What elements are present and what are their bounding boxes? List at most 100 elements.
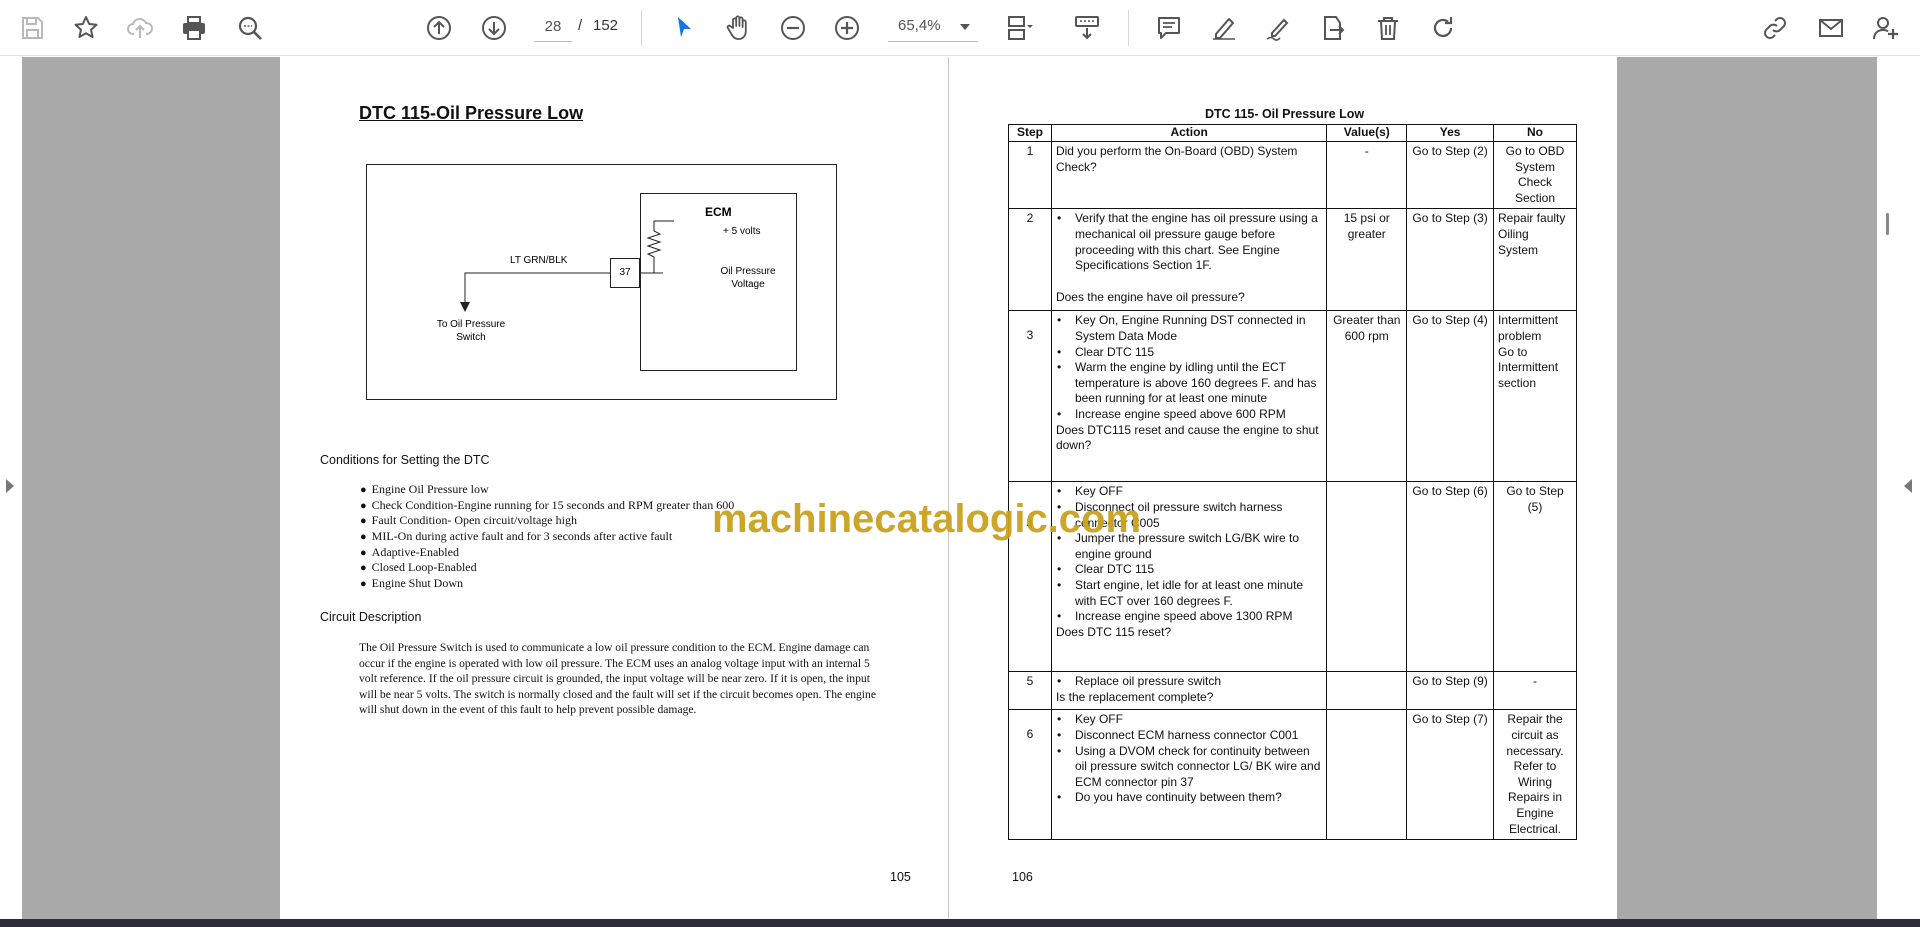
no-cell: Repair faulty Oiling System xyxy=(1493,208,1577,312)
no-cell: Repair the circuit as necessary. Refer t… xyxy=(1493,709,1577,841)
list-item: Verify that the engine has oil pressure … xyxy=(1056,211,1322,273)
value-cell xyxy=(1326,481,1408,673)
highlight-pen-icon[interactable] xyxy=(1204,8,1244,48)
volts-label: + 5 volts xyxy=(723,226,761,237)
total-pages: 152 xyxy=(593,17,619,34)
action-question: Does DTC 115 reset? xyxy=(1055,624,1172,639)
zoom-in-icon[interactable] xyxy=(827,8,867,48)
export-icon[interactable] xyxy=(1313,8,1353,48)
bookmark-star-icon[interactable] xyxy=(66,8,106,48)
share-link-icon[interactable] xyxy=(1755,8,1795,48)
action-question: Does DTC115 reset and cause the engine t… xyxy=(1055,422,1319,453)
action-list: Key On, Engine Running DST connected in … xyxy=(1056,313,1322,422)
pdf-page-left: DTC 115-Oil Pressure Low ECM + 5 volts O… xyxy=(280,57,948,919)
mail-icon[interactable] xyxy=(1811,8,1851,48)
action-cell: Verify that the engine has oil pressure … xyxy=(1050,208,1328,312)
delete-icon[interactable] xyxy=(1368,8,1408,48)
zoom-dropdown[interactable]: 65,4% xyxy=(888,12,978,42)
list-item: Replace oil pressure switch xyxy=(1056,674,1322,690)
circuit-heading: Circuit Description xyxy=(320,610,422,624)
no-cell: - xyxy=(1493,671,1577,711)
conditions-heading: Conditions for Setting the DTC xyxy=(320,453,490,467)
add-user-icon[interactable] xyxy=(1866,8,1906,48)
list-item: Using a DVOM check for continuity betwee… xyxy=(1056,744,1322,791)
table-title: DTC 115- Oil Pressure Low xyxy=(1205,107,1365,121)
circuit-description: The Oil Pressure Switch is used to commu… xyxy=(359,641,876,717)
value-cell: 15 psi or greater xyxy=(1326,208,1408,312)
ecm-label: ECM xyxy=(705,205,732,219)
next-panel-arrow-icon[interactable] xyxy=(1904,479,1912,493)
document-viewer[interactable]: DTC 115-Oil Pressure Low ECM + 5 volts O… xyxy=(0,57,1920,919)
print-icon[interactable] xyxy=(174,8,214,48)
list-item: Increase engine speed above 1300 RPM xyxy=(1056,609,1322,625)
list-item: Start engine, let idle for at least one … xyxy=(1056,578,1322,609)
diagnostic-table: Step Action Value(s) Yes No 1 Did you pe… xyxy=(1008,124,1577,841)
header-values: Value(s) xyxy=(1326,124,1408,142)
toolbar: / 152 65,4% xyxy=(0,0,1920,56)
action-question: Does the engine have oil pressure? xyxy=(1055,289,1245,304)
list-item: Warm the engine by idling until the ECT … xyxy=(1056,360,1322,407)
step-cell: 2 xyxy=(1008,208,1052,312)
action-question: Is the replacement complete? xyxy=(1055,689,1214,704)
header-action: Action xyxy=(1050,124,1328,142)
value-cell: Greater than 600 rpm xyxy=(1326,310,1408,483)
page-up-icon[interactable] xyxy=(419,8,459,48)
zoom-search-icon[interactable] xyxy=(230,8,270,48)
wire-label: LT GRN/BLK xyxy=(510,255,568,266)
list-item: MIL-On during active fault and for 3 sec… xyxy=(360,529,734,545)
rotate-icon[interactable] xyxy=(1423,8,1463,48)
table-row: 6 Key OFF Disconnect ECM harness connect… xyxy=(1008,709,1577,841)
no-cell-line: Go to Intermittent section xyxy=(1498,344,1559,390)
header-step: Step xyxy=(1008,124,1052,142)
wiring-diagram: ECM + 5 volts Oil Pressure Voltage 37 LT… xyxy=(366,164,837,400)
upload-cloud-icon[interactable] xyxy=(120,8,160,48)
action-list: Replace oil pressure switch xyxy=(1056,674,1322,690)
header-no: No xyxy=(1493,124,1577,142)
list-item: Clear DTC 115 xyxy=(1056,345,1322,361)
action-cell: Key OFF Disconnect ECM harness connector… xyxy=(1050,709,1328,841)
list-item: Check Condition-Engine running for 15 se… xyxy=(360,498,735,514)
list-item: Key On, Engine Running DST connected in … xyxy=(1056,313,1322,344)
save-icon[interactable] xyxy=(12,8,52,48)
vertical-scrollbar[interactable] xyxy=(1886,213,1889,235)
list-item: Engine Shut Down xyxy=(360,576,734,592)
viewer-background-left xyxy=(22,57,280,919)
yes-cell: Go to Step (9) xyxy=(1406,671,1494,711)
conditions-list: Engine Oil Pressure low Check Condition-… xyxy=(360,482,735,592)
list-item: Fault Condition- Open circuit/voltage hi… xyxy=(360,513,734,529)
ecm-box: ECM + 5 volts Oil Pressure Voltage xyxy=(640,193,797,371)
zoom-value: 65,4% xyxy=(898,17,941,34)
list-item: Increase engine speed above 600 RPM xyxy=(1056,407,1322,423)
action-cell: Did you perform the On-Board (OBD) Syste… xyxy=(1050,140,1328,210)
no-cell-line: Intermittent problem xyxy=(1498,313,1559,343)
page-separator: / xyxy=(578,17,583,34)
previous-panel-arrow-icon[interactable] xyxy=(6,479,14,493)
header-yes: Yes xyxy=(1406,124,1494,142)
list-item: Clear DTC 115 xyxy=(1056,562,1322,578)
hand-pan-icon[interactable] xyxy=(718,8,758,48)
page-number-input[interactable] xyxy=(534,12,572,42)
table-row: 1 Did you perform the On-Board (OBD) Sys… xyxy=(1008,140,1577,210)
action-cell: Replace oil pressure switch Is the repla… xyxy=(1050,671,1328,711)
list-item: Key OFF xyxy=(1056,712,1322,728)
select-cursor-icon[interactable] xyxy=(664,8,704,48)
chevron-down-icon xyxy=(960,24,970,30)
action-cell: Key On, Engine Running DST connected in … xyxy=(1050,310,1328,483)
scroll-mode-icon[interactable] xyxy=(1067,8,1107,48)
step-cell: 6 xyxy=(1008,709,1052,841)
table-row: 5 Replace oil pressure switch Is the rep… xyxy=(1008,671,1577,711)
value-cell: - xyxy=(1326,140,1408,210)
oil-pressure-voltage-label: Oil Pressure Voltage xyxy=(720,266,776,290)
no-cell: Go to OBD System Check Section xyxy=(1493,140,1577,210)
comment-icon[interactable] xyxy=(1149,8,1189,48)
sign-icon[interactable] xyxy=(1258,8,1298,48)
action-list: Verify that the engine has oil pressure … xyxy=(1056,211,1322,273)
page-layout-icon[interactable] xyxy=(1000,8,1040,48)
no-cell: Intermittent problem Go to Intermittent … xyxy=(1493,310,1577,483)
pin-box: 37 xyxy=(610,258,640,288)
page-down-icon[interactable] xyxy=(474,8,514,48)
table-row: 3 Key On, Engine Running DST connected i… xyxy=(1008,310,1577,483)
table-header-row: Step Action Value(s) Yes No xyxy=(1008,124,1577,142)
zoom-out-icon[interactable] xyxy=(773,8,813,48)
list-item: Adaptive-Enabled xyxy=(360,545,734,561)
